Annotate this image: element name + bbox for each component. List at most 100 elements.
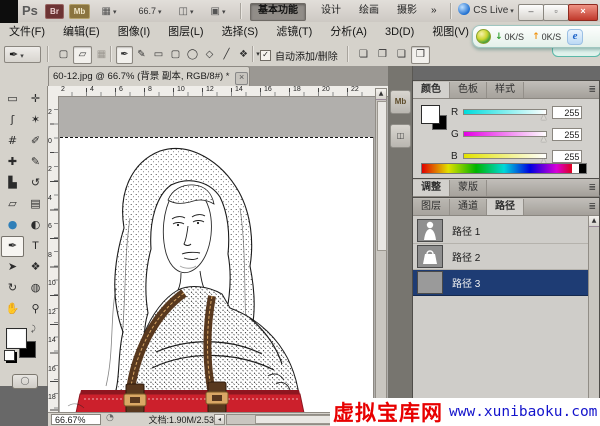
cs-live-button[interactable]: CS Live▾ (457, 3, 515, 19)
menu-image[interactable]: 图像(I) (109, 22, 159, 43)
path-name[interactable]: 路径 3 (452, 275, 480, 290)
quick-mask-button[interactable]: ◯ (12, 374, 38, 389)
swap-colors-icon[interactable]: ⤸ (31, 324, 36, 334)
shape-layers-mode-button[interactable]: ▢ (54, 46, 73, 64)
rounded-rectangle-tool-button[interactable]: ▢ (167, 46, 184, 64)
spectrum-black-cell[interactable] (579, 164, 586, 173)
pen-tool[interactable]: ✒ (1, 236, 24, 257)
type-tool[interactable]: T (24, 236, 47, 257)
path-thumbnail[interactable] (417, 245, 443, 268)
view-extras-button[interactable]: ◫▾ (172, 3, 200, 19)
menu-edit[interactable]: 编辑(E) (54, 22, 109, 43)
menu-filter[interactable]: 滤镜(T) (267, 22, 321, 43)
zoom-tool[interactable]: ⚲ (24, 299, 47, 320)
red-channel-slider[interactable] (463, 109, 547, 115)
fill-pixels-mode-button[interactable]: ▦ (92, 46, 111, 64)
ellipse-tool-button[interactable]: ◯ (184, 46, 201, 64)
polygon-tool-button[interactable]: ◇ (201, 46, 218, 64)
tab-color[interactable]: 颜色 (413, 82, 450, 98)
shape-tool[interactable]: ❖ (24, 257, 47, 278)
crop-tool[interactable]: # (1, 131, 24, 152)
workspace-painting[interactable]: 绘画 (352, 3, 386, 19)
subtract-path-area-button[interactable]: ❐ (373, 46, 392, 64)
gradient-tool[interactable]: ▤ (24, 194, 47, 215)
browser-icon[interactable]: e (567, 29, 583, 45)
horizontal-ruler[interactable]: 2 4 6 8 10 12 14 16 18 20 22 (58, 86, 388, 97)
green-channel-value[interactable]: 255 (552, 128, 582, 141)
document-tab[interactable]: 60-12.jpg @ 66.7% (背景 副本, RGB/8#) * × (48, 66, 250, 86)
spectrum-white-cell[interactable] (572, 164, 579, 173)
menu-view[interactable]: 视图(V) (423, 22, 478, 43)
custom-shape-tool-button[interactable]: ❖ (235, 46, 252, 64)
clone-stamp-tool[interactable]: ▙ (1, 173, 24, 194)
scroll-up-icon[interactable]: ▲ (376, 89, 386, 100)
line-tool-button[interactable]: ╱ (218, 46, 235, 64)
workspace-photography[interactable]: 摄影 (390, 3, 424, 19)
menu-analysis[interactable]: 分析(A) (321, 22, 376, 43)
restore-button[interactable]: ▫ (543, 4, 569, 21)
pen-tool-button[interactable]: ✒ (116, 46, 133, 64)
paths-mode-button[interactable]: ▱ (73, 46, 92, 64)
slider-thumb-icon[interactable]: ▲ (541, 135, 546, 143)
menu-layer[interactable]: 图层(L) (159, 22, 212, 43)
path-thumbnail[interactable] (417, 271, 443, 294)
network-speed-overlay[interactable]: ↓ 0K/S ↑ 0K/S e (472, 25, 600, 48)
slider-thumb-icon[interactable]: ▲ (541, 113, 546, 121)
tab-swatches[interactable]: 色板 (450, 82, 487, 98)
zoom-level-dropdown[interactable]: 66.7▾ (132, 3, 168, 19)
history-brush-tool[interactable]: ↺ (24, 173, 47, 194)
workspace-essentials[interactable]: 基本功能 (250, 3, 306, 21)
blue-channel-slider[interactable] (463, 153, 547, 159)
panel-menu-icon[interactable]: ≣ (588, 82, 596, 98)
path-row-3-selected[interactable]: 路径 3 (413, 270, 590, 296)
vertical-ruler[interactable]: 2 0 2 4 6 8 10 12 14 16 18 (48, 96, 59, 412)
healing-brush-tool[interactable]: ✚ (1, 152, 24, 173)
path-name[interactable]: 路径 2 (452, 249, 480, 264)
minimize-button[interactable]: – (518, 4, 544, 21)
panel-menu-icon[interactable]: ≣ (588, 199, 596, 215)
rectangular-marquee-tool[interactable]: ▭ (1, 89, 24, 110)
auto-add-delete-checkbox[interactable]: ✓ (260, 50, 271, 61)
path-row-2[interactable]: 路径 2 (413, 244, 590, 270)
bridge-button[interactable]: Br (45, 4, 64, 19)
dodge-tool[interactable]: ◐ (24, 215, 47, 236)
intersect-path-area-button[interactable]: ❑ (392, 46, 411, 64)
tab-paths[interactable]: 路径 (487, 199, 524, 215)
tab-layers[interactable]: 图层 (413, 199, 450, 215)
rotate-view-tool[interactable]: ↻ (1, 278, 24, 299)
title-bar[interactable]: Ps Br Mb ▦▾ 66.7▾ ◫▾ ▣▾ 基本功能 设计 绘画 摄影 » … (0, 0, 600, 23)
tab-masks[interactable]: 蒙版 (450, 180, 487, 196)
foreground-color-swatch[interactable] (6, 328, 27, 349)
menu-select[interactable]: 选择(S) (213, 22, 268, 43)
path-row-1[interactable]: 路径 1 (413, 218, 590, 244)
toolbox-header[interactable] (0, 66, 49, 86)
rectangle-tool-button[interactable]: ▭ (150, 46, 167, 64)
close-button[interactable]: × (568, 4, 598, 21)
mini-bridge-panel-icon[interactable]: Mb (390, 90, 411, 114)
tool-preset-picker[interactable]: ✒▾ (4, 46, 41, 63)
paths-scrollbar[interactable]: ▲ (588, 216, 599, 399)
blue-channel-value[interactable]: 255 (552, 150, 582, 163)
brush-tool[interactable]: ✎ (24, 152, 47, 173)
workspace-more-button[interactable]: » (428, 3, 440, 19)
lasso-tool[interactable]: ʃ (1, 110, 24, 131)
vertical-scroll-thumb[interactable] (377, 101, 387, 251)
tab-styles[interactable]: 样式 (487, 82, 524, 98)
path-selection-tool[interactable]: ➤ (1, 257, 24, 278)
menu-3d[interactable]: 3D(D) (376, 22, 423, 43)
green-channel-slider[interactable] (463, 131, 547, 137)
color-spectrum-ramp[interactable] (421, 163, 587, 174)
hand-tool[interactable]: ✋ (1, 299, 24, 320)
status-zoom-field[interactable]: 66.67% (51, 414, 101, 425)
tab-close-icon[interactable]: × (235, 72, 248, 85)
exclude-path-area-button[interactable]: ❒ (411, 46, 430, 64)
red-channel-value[interactable]: 255 (552, 106, 582, 119)
add-path-area-button[interactable]: ❏ (354, 46, 373, 64)
magic-wand-tool[interactable]: ✶ (24, 110, 47, 131)
scroll-left-icon[interactable]: ◂ (214, 414, 225, 425)
collapsed-panel-icon[interactable]: ◫ (390, 124, 411, 148)
vertical-scrollbar[interactable]: ▲ (375, 88, 387, 412)
horizontal-scroll-thumb[interactable] (255, 415, 333, 424)
eraser-tool[interactable]: ▱ (1, 194, 24, 215)
menu-file[interactable]: 文件(F) (0, 22, 54, 43)
